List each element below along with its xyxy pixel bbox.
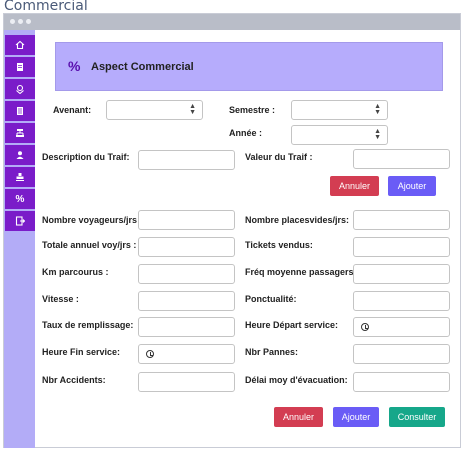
km-label: Km parcourus : (42, 267, 109, 277)
window-dot-2 (18, 19, 23, 24)
sidebar: % (4, 30, 35, 448)
sidebar-item-location[interactable] (5, 79, 35, 99)
user-icon (16, 151, 24, 159)
heure-depart-input[interactable] (353, 317, 450, 337)
avenant-label: Avenant: (53, 105, 92, 115)
totale-annuel-label: Totale annuel voy/jrs : (42, 240, 137, 250)
vitesse-input[interactable] (138, 291, 235, 311)
km-input[interactable] (138, 264, 235, 284)
valeur-tarif-label: Valeur du Traif : (245, 152, 313, 162)
export-icon (15, 216, 25, 226)
document-icon (17, 63, 23, 71)
sidebar-item-stamp[interactable] (5, 167, 35, 187)
section-banner: % Aspect Commercial (55, 42, 443, 91)
clock-icon (146, 350, 154, 358)
delai-label: Délai moy d'évacuation: (245, 375, 348, 385)
vitesse-label: Vitesse : (42, 294, 79, 304)
add-button[interactable]: Ajouter (333, 407, 379, 427)
nombre-voyageurs-input[interactable] (138, 210, 235, 230)
percent-icon: % (68, 58, 81, 74)
cancel-button[interactable]: Annuler (274, 407, 323, 427)
ponctualite-label: Ponctualité: (245, 294, 297, 304)
location-icon (16, 84, 24, 94)
delai-input[interactable] (353, 372, 450, 392)
select-arrows-icon: ▲ ▼ (374, 128, 381, 141)
annee-label: Année : (229, 128, 263, 138)
avenant-select[interactable]: ▲ ▼ (106, 100, 203, 120)
tarif-add-button[interactable]: Ajouter (388, 176, 436, 196)
sidebar-item-home[interactable] (5, 35, 35, 55)
consult-button[interactable]: Consulter (389, 407, 445, 427)
accidents-input[interactable] (138, 372, 235, 392)
taux-input[interactable] (138, 317, 235, 337)
select-arrows-icon: ▲ ▼ (374, 103, 381, 116)
accidents-label: Nbr Accidents: (42, 375, 106, 385)
stamp-icon (16, 173, 24, 181)
heure-fin-input[interactable] (138, 344, 235, 364)
description-tarif-label: Description du Traif: (42, 152, 130, 162)
freq-input[interactable] (353, 264, 450, 284)
valeur-tarif-input[interactable] (353, 149, 450, 169)
sidebar-item-export[interactable] (5, 211, 35, 231)
window-dot-1 (10, 19, 15, 24)
heure-fin-label: Heure Fin service: (42, 347, 121, 357)
window-dot-3 (26, 19, 31, 24)
nombre-voyageurs-label: Nombre voyageurs/jrs : (42, 215, 143, 225)
tickets-input[interactable] (353, 237, 450, 257)
semestre-label: Semestre : (229, 105, 276, 115)
annee-select[interactable]: ▲ ▼ (291, 125, 388, 145)
sidebar-item-list[interactable] (5, 101, 35, 121)
nombre-places-input[interactable] (353, 210, 450, 230)
pannes-input[interactable] (353, 344, 450, 364)
taux-label: Taux de remplissage: (42, 320, 134, 330)
list-icon (17, 107, 23, 115)
window-titlebar (4, 14, 460, 30)
sidebar-item-network[interactable] (5, 123, 35, 143)
clock-icon (361, 323, 369, 331)
description-tarif-input[interactable] (138, 150, 235, 170)
ponctualite-input[interactable] (353, 291, 450, 311)
network-icon (16, 129, 24, 137)
select-arrows-icon: ▲ ▼ (189, 103, 196, 116)
pannes-label: Nbr Pannes: (245, 347, 299, 357)
sidebar-item-user[interactable] (5, 145, 35, 165)
home-icon (15, 40, 25, 50)
app-title: Commercial (4, 0, 88, 14)
section-title: Aspect Commercial (91, 61, 194, 73)
percent-icon: % (15, 193, 25, 205)
semestre-select[interactable]: ▲ ▼ (291, 100, 388, 120)
sidebar-item-document[interactable] (5, 57, 35, 77)
heure-depart-label: Heure Départ service: (245, 320, 339, 330)
freq-label: Fréq moyenne passagers: (245, 267, 357, 277)
totale-annuel-input[interactable] (138, 237, 235, 257)
tickets-label: Tickets vendus: (245, 240, 313, 250)
nombre-places-label: Nombre placesvides/jrs: (245, 215, 350, 225)
sidebar-item-percent[interactable]: % (5, 189, 35, 209)
tarif-cancel-button[interactable]: Annuler (330, 176, 379, 196)
